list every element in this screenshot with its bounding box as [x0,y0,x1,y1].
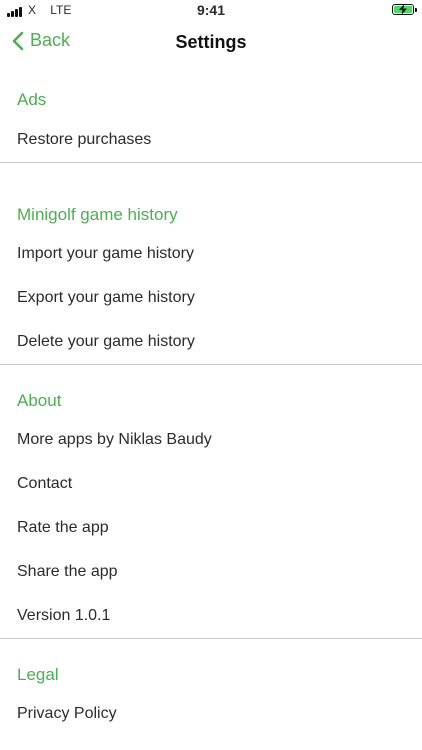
rate-app-item[interactable]: Rate the app [17,519,109,537]
section-header-game-history: Minigolf game history [17,205,178,224]
export-history-item[interactable]: Export your game history [17,289,195,307]
divider [0,638,422,639]
section-header-about: About [17,391,62,410]
restore-purchases-item[interactable]: Restore purchases [17,131,151,149]
navigation-bar: Back Settings [0,22,422,66]
section-header-ads: Ads [17,90,47,109]
share-app-item[interactable]: Share the app [17,563,118,581]
version-item: Version 1.0.1 [17,607,111,624]
import-history-item[interactable]: Import your game history [17,245,194,263]
delete-history-item[interactable]: Delete your game history [17,333,195,351]
charging-bolt-icon [399,4,407,15]
battery-level [394,4,412,15]
more-apps-item[interactable]: More apps by Niklas Baudy [17,431,212,449]
page-title: Settings [175,32,247,52]
status-bar: X LTE 9:41 [0,0,422,22]
section-header-legal: Legal [17,665,59,684]
status-time: 9:41 [196,2,226,18]
contact-item[interactable]: Contact [17,475,72,493]
battery-icon [392,4,417,15]
privacy-policy-item[interactable]: Privacy Policy [17,705,117,723]
divider [0,364,422,365]
divider [0,162,422,163]
